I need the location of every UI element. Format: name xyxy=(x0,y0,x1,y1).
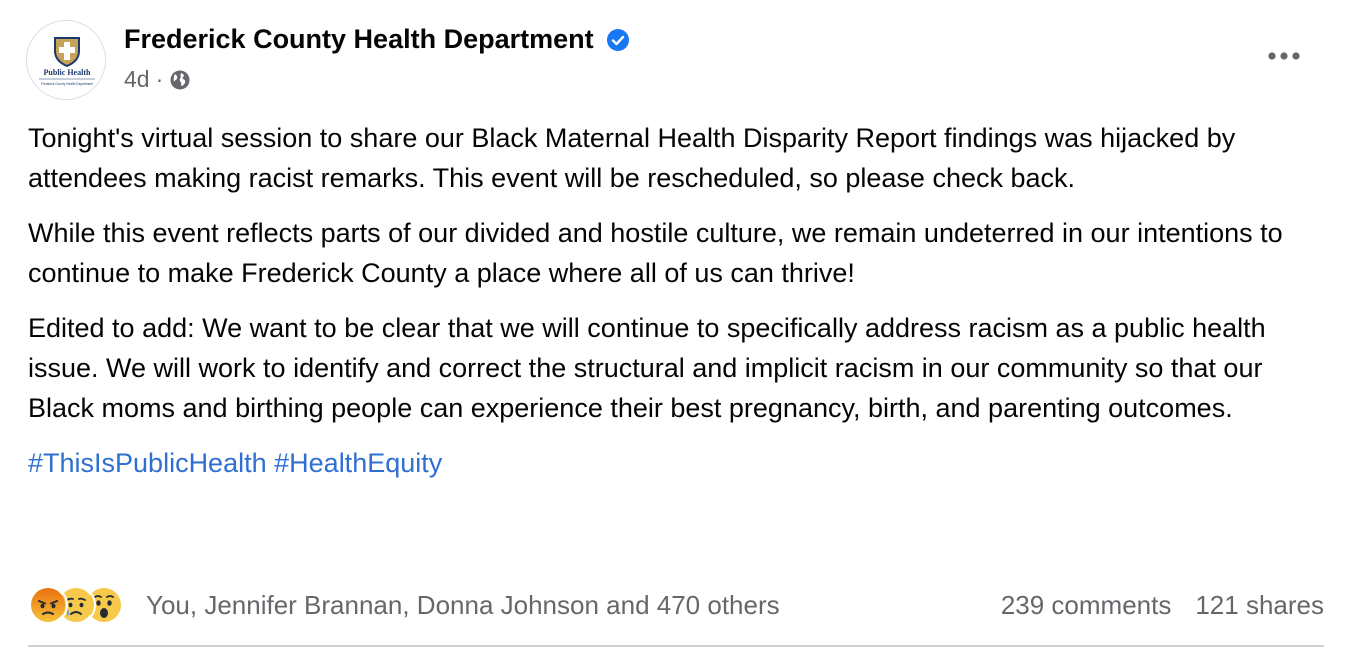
meta-separator: · xyxy=(155,66,164,92)
shares-count-link[interactable]: 121 shares xyxy=(1195,590,1324,621)
post-paragraph: While this event reflects parts of our d… xyxy=(28,218,1283,288)
comments-count-link[interactable]: 239 comments xyxy=(1001,590,1172,621)
page-avatar[interactable]: Public Health Frederick County Health De… xyxy=(26,20,106,100)
page-name-link[interactable]: Frederick County Health Department xyxy=(124,24,630,55)
hashtag-row: #ThisIsPublicHealth #HealthEquity xyxy=(28,443,1328,483)
page-name[interactable]: Frederick County Health Department xyxy=(124,24,594,55)
reaction-icons[interactable] xyxy=(28,585,124,625)
footer-divider xyxy=(28,645,1324,647)
post-meta: 4d · xyxy=(124,66,191,93)
more-dots-icon xyxy=(1268,52,1300,60)
svg-text:Public Health: Public Health xyxy=(44,68,91,77)
post-paragraph: Edited to add: We want to be clear that … xyxy=(28,313,1266,423)
hashtag-link[interactable]: #HealthEquity xyxy=(274,448,442,478)
svg-text:Frederick County Health Depart: Frederick County Health Department xyxy=(41,82,93,86)
post-footer: You, Jennifer Brannan, Donna Johnson and… xyxy=(28,580,1324,630)
post-timestamp[interactable]: 4d xyxy=(124,66,150,93)
globe-icon[interactable] xyxy=(169,69,191,91)
verified-badge-icon xyxy=(606,28,630,52)
public-health-logo: Public Health Frederick County Health De… xyxy=(28,22,105,99)
post-paragraph: Tonight's virtual session to share our B… xyxy=(28,123,1236,193)
reacted-by-link[interactable]: You, Jennifer Brannan, Donna Johnson and… xyxy=(146,590,780,621)
post-body: Tonight's virtual session to share our B… xyxy=(28,118,1328,498)
hashtag-link[interactable]: #ThisIsPublicHealth xyxy=(28,448,267,478)
more-options-button[interactable] xyxy=(1264,38,1304,74)
angry-icon xyxy=(28,585,68,625)
